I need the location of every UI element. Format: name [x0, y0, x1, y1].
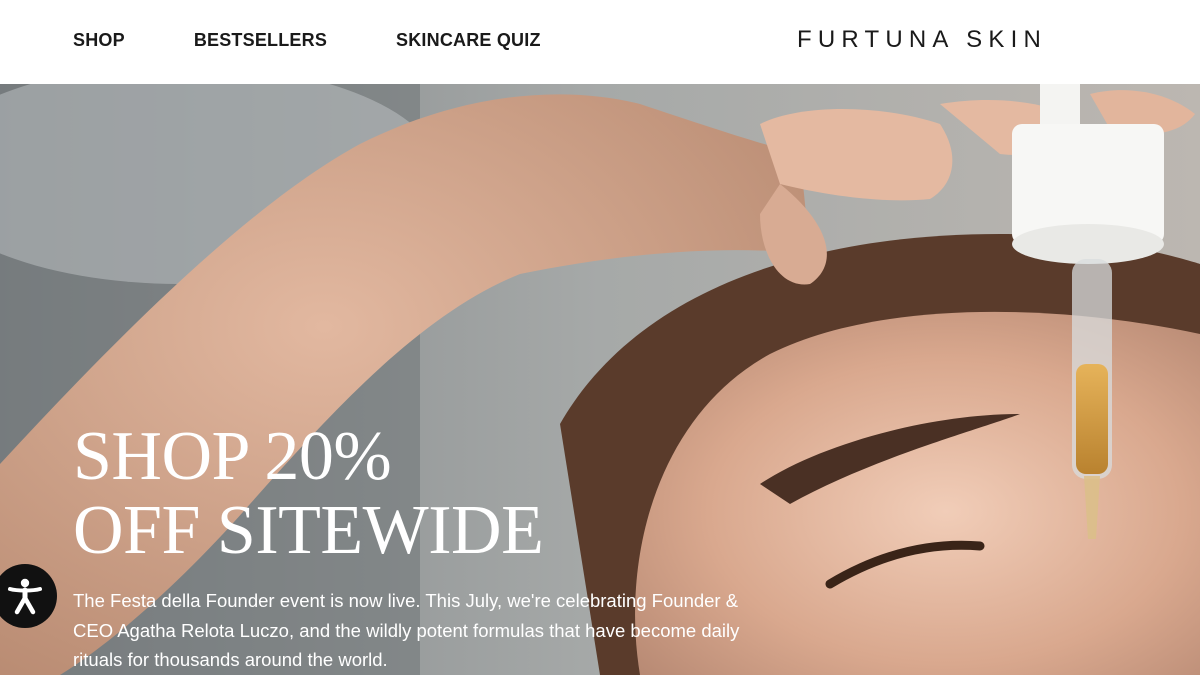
hero-headline-line1: SHOP 20% — [73, 418, 392, 495]
hero-headline: SHOP 20% OFF SITEWIDE — [73, 420, 693, 568]
brand-logo[interactable]: FURTUNA SKIN — [797, 25, 1047, 55]
nav-shop[interactable]: SHOP — [73, 28, 125, 52]
main-nav: SHOP BESTSELLERS SKINCARE QUIZ — [73, 28, 541, 52]
hero-banner: SHOP 20% OFF SITEWIDE The Festa della Fo… — [0, 84, 1200, 675]
nav-bestsellers[interactable]: BESTSELLERS — [194, 28, 327, 52]
nav-skincare-quiz[interactable]: SKINCARE QUIZ — [396, 28, 541, 52]
hero-description: The Festa della Founder event is now liv… — [73, 590, 740, 670]
accessibility-icon — [8, 578, 42, 615]
hero-headline-line2: OFF SITEWIDE — [73, 492, 544, 569]
site-header: SHOP BESTSELLERS SKINCARE QUIZ FURTUNA S… — [0, 0, 1200, 84]
